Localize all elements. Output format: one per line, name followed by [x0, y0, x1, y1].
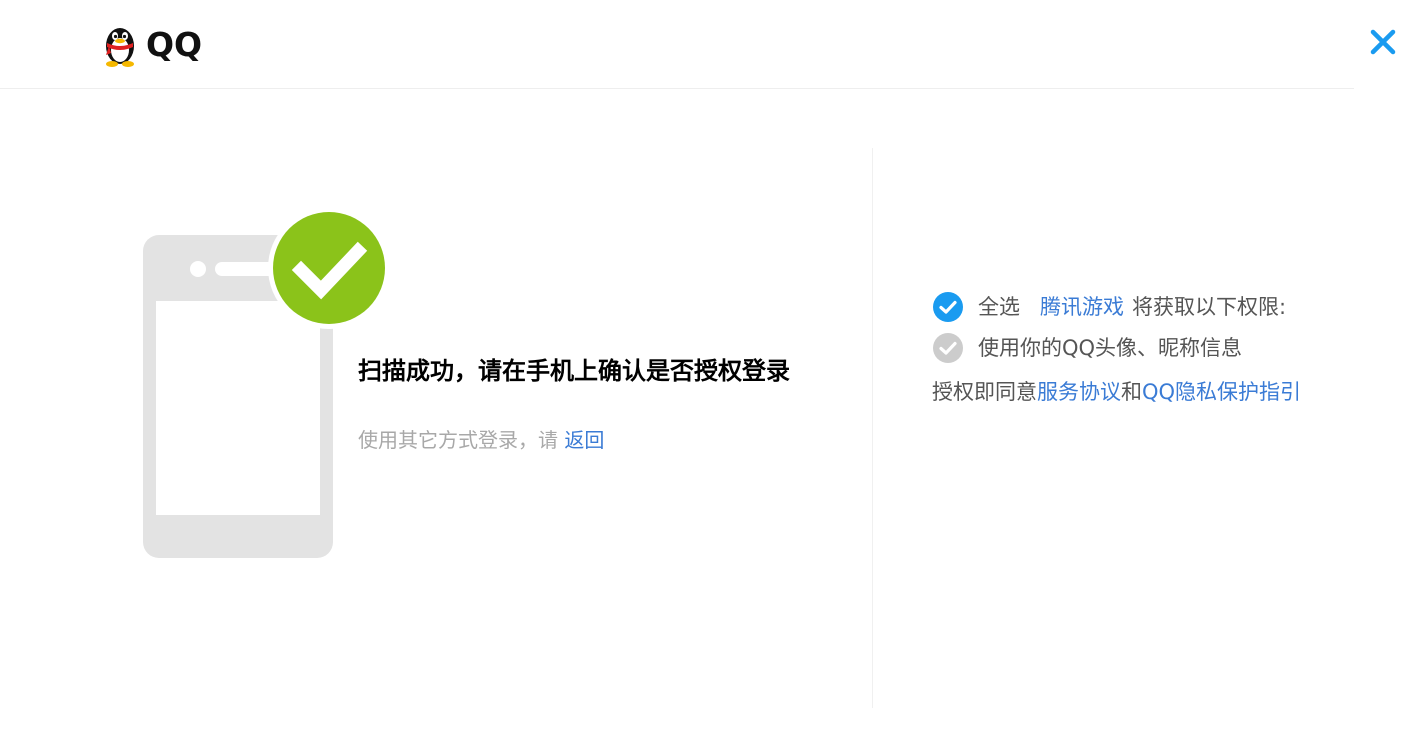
brand-name: QQ: [146, 25, 203, 64]
agreement-and: 和: [1121, 380, 1142, 404]
service-agreement-link[interactable]: 服务协议: [1037, 376, 1121, 408]
agreement-row: 授权即同意 服务协议 和 QQ隐私保护指引: [932, 376, 1301, 408]
permission-suffix: 将获取以下权限:: [1132, 295, 1287, 319]
check-circle-icon: [268, 207, 390, 329]
qq-logo: QQ: [100, 22, 202, 68]
app-name-link[interactable]: 腾讯游戏: [1040, 291, 1124, 323]
check-checked-icon[interactable]: [932, 291, 964, 323]
select-all-label[interactable]: 全选: [978, 291, 1020, 323]
header-bar: QQ: [0, 0, 1354, 89]
privacy-guide-link[interactable]: QQ隐私保护指引: [1142, 376, 1301, 408]
back-link[interactable]: 返回: [564, 428, 604, 452]
scan-success-title: 扫描成功，请在手机上确认是否授权登录: [358, 357, 790, 385]
alt-login-text: 使用其它方式登录，请: [358, 428, 558, 452]
vertical-divider: [872, 148, 873, 708]
alt-login-hint: 使用其它方式登录，请 返回: [358, 424, 604, 456]
agreement-prefix: 授权即同意: [932, 380, 1037, 404]
qq-penguin-icon: [106, 28, 134, 67]
permission-item-avatar: 使用你的QQ头像、昵称信息: [932, 332, 1242, 364]
permission-item-label: 使用你的QQ头像、昵称信息: [978, 336, 1243, 360]
close-icon[interactable]: [1368, 27, 1398, 57]
check-disabled-icon: [933, 333, 963, 363]
select-all-row: 全选 腾讯游戏 将获取以下权限:: [932, 291, 1286, 323]
